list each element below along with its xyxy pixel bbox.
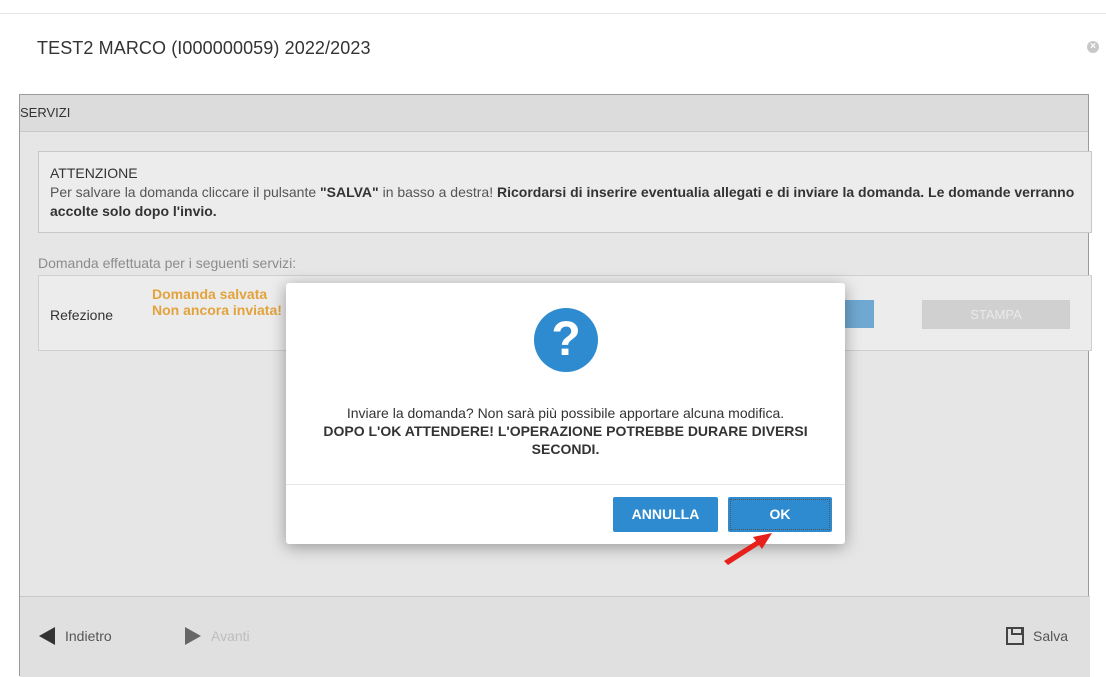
floppy-disk-icon <box>1006 627 1024 645</box>
forward-label: Avanti <box>211 628 250 644</box>
panel-footer: Indietro Avanti Salva <box>20 596 1090 677</box>
service-name: Refezione <box>50 307 114 323</box>
notice-heading: ATTENZIONE <box>50 165 138 181</box>
forward-button[interactable]: Avanti <box>185 627 250 645</box>
cancel-button[interactable]: ANNULLA <box>613 497 718 532</box>
arrow-left-icon <box>39 627 55 645</box>
status-not-sent: Non ancora inviata! <box>152 302 282 318</box>
dialog-divider <box>286 484 845 485</box>
window-title: TEST2 MARCO (I000000059) 2022/2023 <box>37 38 371 58</box>
arrow-right-icon <box>185 627 201 645</box>
attention-notice: ATTENZIONE Per salvare la domanda clicca… <box>38 151 1092 233</box>
back-label: Indietro <box>65 628 112 644</box>
question-icon: ? <box>534 308 598 372</box>
dialog-warning-text: DOPO L'OK ATTENDERE! L'OPERAZIONE POTREB… <box>323 423 808 457</box>
service-status: Domanda salvata Non ancora inviata! <box>152 286 282 318</box>
back-button[interactable]: Indietro <box>39 627 112 645</box>
notice-salva-ref: "SALVA" <box>320 184 379 200</box>
print-button[interactable]: STAMPA <box>922 300 1070 329</box>
panel-header: SERVIZI <box>20 95 1088 132</box>
notice-text-1: Per salvare la domanda cliccare il pulsa… <box>50 184 321 200</box>
dialog-message-text: Inviare la domanda? Non sarà più possibi… <box>346 405 785 421</box>
dialog-message: Inviare la domanda? Non sarà più possibi… <box>306 404 825 458</box>
close-icon[interactable]: × <box>1087 41 1099 53</box>
top-divider <box>0 13 1106 14</box>
services-caption: Domanda effettuata per i seguenti serviz… <box>38 255 297 271</box>
confirm-dialog: ? Inviare la domanda? Non sarà più possi… <box>286 283 845 544</box>
save-label: Salva <box>1033 628 1069 644</box>
notice-text-2: in basso a destra! <box>378 184 497 200</box>
status-saved: Domanda salvata <box>152 286 268 302</box>
annotation-arrow-icon <box>724 533 772 565</box>
save-button[interactable]: Salva <box>1006 627 1068 645</box>
